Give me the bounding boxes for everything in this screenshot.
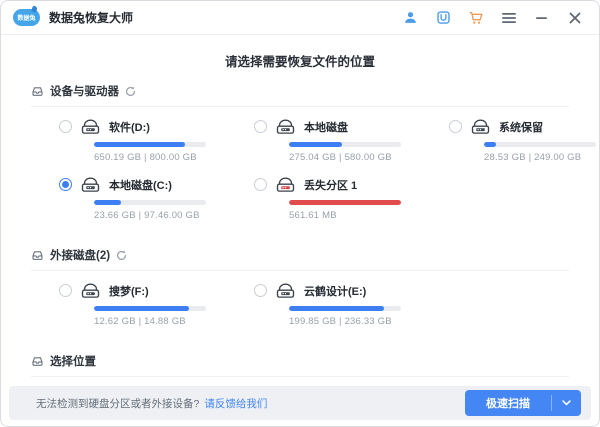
hard-drive-icon (80, 118, 101, 135)
page-title: 请选择需要恢复文件的位置 (1, 35, 599, 83)
section-devices-header: 设备与驱动器 (31, 83, 569, 107)
drive-item-local[interactable]: 本地磁盘 275.04 GB | 580.00 GB (254, 118, 449, 163)
user-account-icon[interactable] (400, 8, 420, 28)
drive-size: 199.85 GB | 236.33 GB (289, 316, 449, 327)
drive-item-f[interactable]: 搜梦(F:) 12.62 GB | 14.88 GB (59, 282, 254, 327)
app-window: 数据兔 数据兔恢复大师 请选择需要恢复文件的位置 设备与驱动器 (0, 0, 600, 427)
feedback-link[interactable]: 请反馈给我们 (204, 396, 267, 411)
feedback-icon[interactable] (433, 8, 453, 28)
drive-name: 系统保留 (499, 119, 543, 135)
drive-name: 本地磁盘(C:) (109, 177, 172, 193)
drive-usage-bar (94, 306, 206, 311)
drive-size: 561.61 MB (289, 210, 449, 221)
app-title: 数据兔恢复大师 (49, 9, 133, 26)
cart-icon[interactable] (466, 8, 486, 28)
section-external-header: 外接磁盘(2) (31, 247, 569, 271)
drive-usage-bar (289, 306, 401, 311)
app-logo: 数据兔 (13, 9, 40, 26)
minimize-icon[interactable] (532, 8, 552, 28)
lost-drive-icon (275, 176, 296, 193)
drive-section-icon (31, 249, 44, 262)
radio-drive-c[interactable] (59, 178, 72, 191)
scan-split-button: 极速扫描 (465, 390, 581, 416)
refresh-icon[interactable] (116, 250, 127, 261)
scan-button[interactable]: 极速扫描 (465, 390, 551, 416)
drive-item-c[interactable]: 本地磁盘(C:) 23.66 GB | 97.46.00 GB (59, 176, 254, 221)
radio-drive-system[interactable] (449, 120, 462, 133)
drive-item-d[interactable]: 软件(D:) 650.19 GB | 800.00 GB (59, 118, 254, 163)
radio-drive-d[interactable] (59, 120, 72, 133)
drive-usage-bar (289, 142, 401, 147)
external-grid: 搜梦(F:) 12.62 GB | 14.88 GB 云鹤设计(E:) 199.… (59, 282, 579, 340)
drive-size: 650.19 GB | 800.00 GB (94, 152, 254, 163)
hard-drive-icon (275, 118, 296, 135)
drive-item-lost-partition[interactable]: 丢失分区 1 561.61 MB (254, 176, 449, 221)
section-locations-header: 选择位置 (31, 353, 569, 377)
radio-drive-f[interactable] (59, 284, 72, 297)
footer-bar: 无法检测到硬盘分区或者外接设备? 请反馈给我们 极速扫描 (9, 386, 591, 420)
hard-drive-icon (80, 176, 101, 193)
radio-lost-partition[interactable] (254, 178, 267, 191)
drive-size: 23.66 GB | 97.46.00 GB (94, 210, 254, 221)
drive-size: 275.04 GB | 580.00 GB (289, 152, 449, 163)
drive-section-icon (31, 85, 44, 98)
drive-usage-bar (289, 200, 401, 205)
section-external-title: 外接磁盘(2) (50, 247, 110, 263)
drive-usage-bar (94, 142, 206, 147)
refresh-icon[interactable] (125, 86, 136, 97)
drive-name: 云鹤设计(E:) (304, 283, 366, 299)
hard-drive-icon (80, 282, 101, 299)
titlebar: 数据兔 数据兔恢复大师 (1, 1, 599, 35)
drive-size: 12.62 GB | 14.88 GB (94, 316, 254, 327)
app-logo-text: 数据兔 (17, 13, 35, 22)
drive-name: 搜梦(F:) (109, 283, 149, 299)
drive-section-icon (31, 355, 44, 368)
drive-name: 丢失分区 1 (304, 177, 357, 193)
drive-name: 本地磁盘 (304, 119, 348, 135)
hard-drive-icon (470, 118, 491, 135)
drive-usage-bar (484, 142, 596, 147)
close-icon[interactable] (565, 8, 585, 28)
hard-drive-icon (275, 282, 296, 299)
section-locations-title: 选择位置 (50, 353, 96, 369)
drive-item-system[interactable]: 系统保留 28.53 GB | 249.00 GB (449, 118, 596, 163)
drive-size: 28.53 GB | 249.00 GB (484, 152, 596, 163)
drive-item-e[interactable]: 云鹤设计(E:) 199.85 GB | 236.33 GB (254, 282, 449, 327)
radio-drive-local[interactable] (254, 120, 267, 133)
devices-grid-row1: 软件(D:) 650.19 GB | 800.00 GB 本地磁盘 275.04… (59, 118, 579, 234)
scan-dropdown-button[interactable] (552, 390, 581, 416)
menu-icon[interactable] (499, 8, 519, 28)
drive-usage-bar (94, 200, 206, 205)
footer-question: 无法检测到硬盘分区或者外接设备? (36, 396, 199, 411)
radio-drive-e[interactable] (254, 284, 267, 297)
section-devices-title: 设备与驱动器 (50, 83, 119, 99)
chevron-down-icon (562, 400, 571, 406)
drive-name: 软件(D:) (109, 119, 150, 135)
